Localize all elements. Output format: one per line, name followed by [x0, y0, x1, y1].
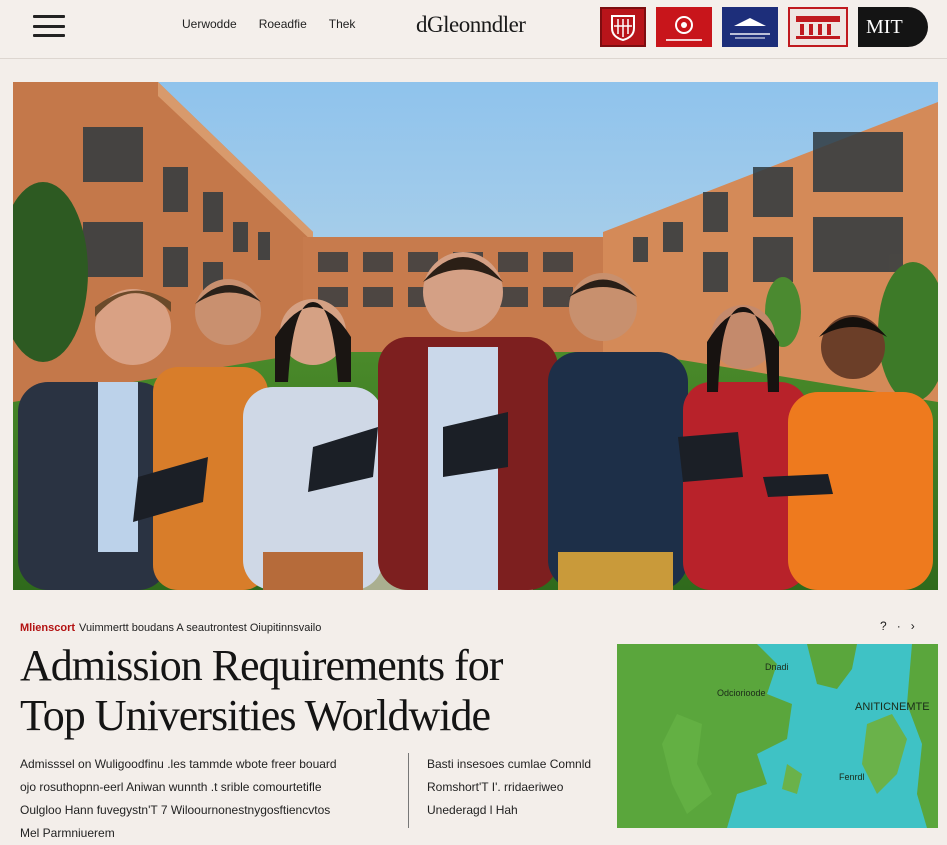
body-left-line-4: Mel Parmniuerem	[20, 826, 115, 840]
hero-image	[13, 82, 938, 590]
site-brand[interactable]: dGleonndler	[416, 12, 526, 38]
circle-emblem-icon	[675, 16, 693, 34]
body-right-line-3: Unederagd l Hah	[427, 803, 518, 817]
body-right-line-2: Romshort'T I'. rridaeriweo	[427, 780, 564, 794]
campus-students-illustration	[13, 82, 938, 590]
hamburger-menu-icon[interactable]	[33, 15, 65, 37]
pager: ? · ›	[880, 619, 915, 633]
map-label-3: ANITICNEMTE	[855, 701, 930, 713]
banner-mark-icon	[734, 17, 766, 26]
column-divider	[408, 753, 409, 828]
crest-red-logo-icon[interactable]	[600, 7, 646, 47]
emblem-red-logo-icon[interactable]	[656, 7, 712, 47]
map-label-1: Dnadi	[765, 662, 789, 672]
article-title: Admission Requirements for Top Universit…	[20, 641, 600, 741]
body-left-line-2: ojo rosuthopnn-eerl Aniwan wunnth .t sri…	[20, 780, 322, 794]
body-right-line-1: Basti insesoes cumlae Comnld	[427, 757, 592, 771]
article-title-line-1: Admission Requirements for	[20, 641, 503, 690]
region-map[interactable]: Dnadi Odciorioode ANITICNEMTE Fenrdl	[617, 644, 938, 828]
partner-logos: MIT	[600, 7, 928, 47]
breadcrumb-text: Vuimmertt boudans A seautrontest Oiupiti…	[79, 622, 322, 634]
pager-prev-button[interactable]: ?	[880, 619, 887, 633]
mit-logo-text: MIT	[866, 15, 903, 38]
seal-building-icon	[796, 16, 840, 39]
category-tag[interactable]: Mlienscort	[20, 622, 75, 634]
crest-shield-icon	[611, 15, 635, 41]
body-left-line-3: Oulgloo Hann fuvegystn'T 7 Wiloournonest…	[20, 803, 331, 817]
pager-dot: ·	[896, 619, 901, 633]
chevron-right-icon[interactable]: ›	[911, 619, 915, 633]
article-title-line-2: Top Universities Worldwide	[20, 691, 491, 740]
article-body-right: Basti insesoes cumlae Comnld Romshort'T …	[427, 753, 607, 822]
nav-link-2[interactable]: Roeadfie	[259, 17, 307, 31]
banner-blue-logo-icon[interactable]	[722, 7, 778, 47]
nav-link-1[interactable]: Uerwodde	[182, 17, 237, 31]
body-left-line-1: Admisssel on Wuligoodfinu .les tammde wb…	[20, 757, 337, 771]
seal-white-red-logo-icon[interactable]	[788, 7, 848, 47]
article-breadcrumb: Mlienscort Vuimmertt boudans A seautronte…	[20, 622, 321, 634]
nav-link-3[interactable]: Thek	[329, 17, 356, 31]
main-nav: Uerwodde Roeadfie Thek	[182, 17, 355, 31]
mit-logo-icon[interactable]: MIT	[858, 7, 928, 47]
map-label-4: Fenrdl	[839, 772, 865, 782]
map-label-2: Odciorioode	[717, 688, 766, 698]
article-body-left: Admisssel on Wuligoodfinu .les tammde wb…	[20, 753, 392, 845]
site-header: Uerwodde Roeadfie Thek dGleonndler MIT	[0, 0, 947, 59]
